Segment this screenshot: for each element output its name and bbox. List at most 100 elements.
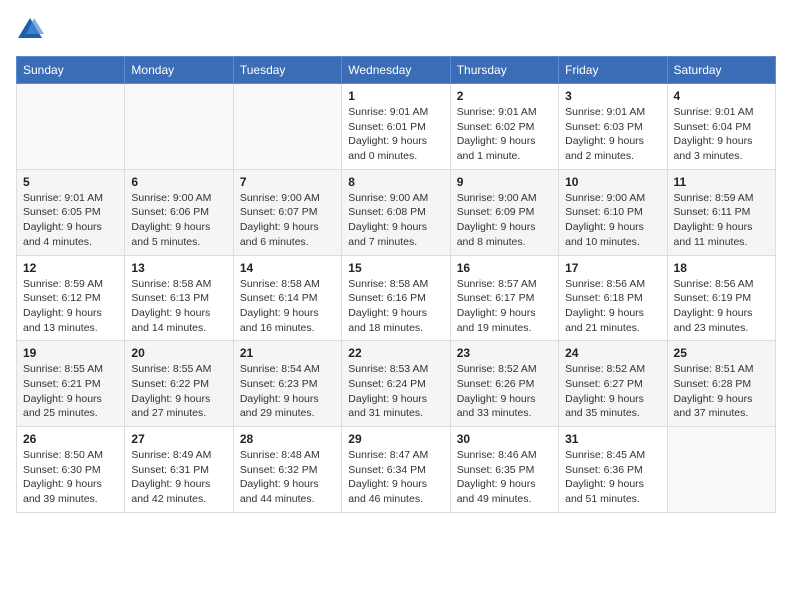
day-number: 3 [565, 89, 660, 103]
calendar-cell: 1 Sunrise: 9:01 AM Sunset: 6:01 PM Daylig… [342, 84, 450, 170]
day-number: 17 [565, 261, 660, 275]
calendar-cell [125, 84, 233, 170]
calendar-cell [17, 84, 125, 170]
calendar-cell: 17 Sunrise: 8:56 AM Sunset: 6:18 PM Dayli… [559, 255, 667, 341]
day-info: Sunrise: 9:01 AM Sunset: 6:04 PM Dayligh… [674, 105, 769, 164]
calendar-cell: 9Sunrise: 9:00 AM Sunset: 6:09 PM Daylig… [450, 169, 558, 255]
calendar-cell: 22 Sunrise: 8:53 AM Sunset: 6:24 PM Dayli… [342, 341, 450, 427]
day-info: Sunrise: 9:00 AM Sunset: 6:07 PM Dayligh… [240, 191, 335, 250]
calendar-week-row: 12 Sunrise: 8:59 AM Sunset: 6:12 PM Dayli… [17, 255, 776, 341]
day-info: Sunrise: 9:00 AM Sunset: 6:10 PM Dayligh… [565, 191, 660, 250]
day-number: 31 [565, 432, 660, 446]
day-number: 2 [457, 89, 552, 103]
day-info: Sunrise: 8:48 AM Sunset: 6:32 PM Dayligh… [240, 448, 335, 507]
day-info: Sunrise: 8:58 AM Sunset: 6:13 PM Dayligh… [131, 277, 226, 336]
calendar-cell: 29Sunrise: 8:47 AM Sunset: 6:34 PM Dayli… [342, 427, 450, 513]
day-info: Sunrise: 8:56 AM Sunset: 6:18 PM Dayligh… [565, 277, 660, 336]
calendar-week-row: 5Sunrise: 9:01 AM Sunset: 6:05 PM Daylig… [17, 169, 776, 255]
day-info: Sunrise: 8:58 AM Sunset: 6:14 PM Dayligh… [240, 277, 335, 336]
day-number: 19 [23, 346, 118, 360]
day-info: Sunrise: 8:52 AM Sunset: 6:26 PM Dayligh… [457, 362, 552, 421]
day-header-friday: Friday [559, 57, 667, 84]
day-info: Sunrise: 8:55 AM Sunset: 6:21 PM Dayligh… [23, 362, 118, 421]
day-info: Sunrise: 9:01 AM Sunset: 6:01 PM Dayligh… [348, 105, 443, 164]
calendar-cell: 4 Sunrise: 9:01 AM Sunset: 6:04 PM Daylig… [667, 84, 775, 170]
calendar-cell: 2 Sunrise: 9:01 AM Sunset: 6:02 PM Daylig… [450, 84, 558, 170]
calendar-week-row: 1 Sunrise: 9:01 AM Sunset: 6:01 PM Daylig… [17, 84, 776, 170]
day-info: Sunrise: 9:01 AM Sunset: 6:03 PM Dayligh… [565, 105, 660, 164]
calendar-cell: 26Sunrise: 8:50 AM Sunset: 6:30 PM Dayli… [17, 427, 125, 513]
calendar-cell: 24 Sunrise: 8:52 AM Sunset: 6:27 PM Dayli… [559, 341, 667, 427]
calendar-cell: 8 Sunrise: 9:00 AM Sunset: 6:08 PM Daylig… [342, 169, 450, 255]
calendar-cell: 10 Sunrise: 9:00 AM Sunset: 6:10 PM Dayli… [559, 169, 667, 255]
calendar-cell: 11Sunrise: 8:59 AM Sunset: 6:11 PM Dayli… [667, 169, 775, 255]
calendar-cell: 27 Sunrise: 8:49 AM Sunset: 6:31 PM Dayli… [125, 427, 233, 513]
day-number: 4 [674, 89, 769, 103]
calendar-cell: 7Sunrise: 9:00 AM Sunset: 6:07 PM Daylig… [233, 169, 341, 255]
day-number: 16 [457, 261, 552, 275]
day-number: 8 [348, 175, 443, 189]
calendar-cell: 21 Sunrise: 8:54 AM Sunset: 6:23 PM Dayli… [233, 341, 341, 427]
calendar-cell: 15 Sunrise: 8:58 AM Sunset: 6:16 PM Dayli… [342, 255, 450, 341]
calendar-cell: 5Sunrise: 9:01 AM Sunset: 6:05 PM Daylig… [17, 169, 125, 255]
calendar-cell: 25 Sunrise: 8:51 AM Sunset: 6:28 PM Dayli… [667, 341, 775, 427]
day-number: 14 [240, 261, 335, 275]
calendar-cell: 23 Sunrise: 8:52 AM Sunset: 6:26 PM Dayli… [450, 341, 558, 427]
day-info: Sunrise: 8:55 AM Sunset: 6:22 PM Dayligh… [131, 362, 226, 421]
day-number: 23 [457, 346, 552, 360]
calendar-cell: 6 Sunrise: 9:00 AM Sunset: 6:06 PM Daylig… [125, 169, 233, 255]
day-number: 9 [457, 175, 552, 189]
calendar-cell [667, 427, 775, 513]
day-number: 26 [23, 432, 118, 446]
day-info: Sunrise: 8:47 AM Sunset: 6:34 PM Dayligh… [348, 448, 443, 507]
calendar-week-row: 19 Sunrise: 8:55 AM Sunset: 6:21 PM Dayli… [17, 341, 776, 427]
day-info: Sunrise: 8:58 AM Sunset: 6:16 PM Dayligh… [348, 277, 443, 336]
calendar-cell: 12 Sunrise: 8:59 AM Sunset: 6:12 PM Dayli… [17, 255, 125, 341]
calendar-cell: 18 Sunrise: 8:56 AM Sunset: 6:19 PM Dayli… [667, 255, 775, 341]
day-info: Sunrise: 8:52 AM Sunset: 6:27 PM Dayligh… [565, 362, 660, 421]
logo [16, 16, 48, 44]
day-info: Sunrise: 8:51 AM Sunset: 6:28 PM Dayligh… [674, 362, 769, 421]
calendar-cell: 30 Sunrise: 8:46 AM Sunset: 6:35 PM Dayli… [450, 427, 558, 513]
calendar-cell: 28 Sunrise: 8:48 AM Sunset: 6:32 PM Dayli… [233, 427, 341, 513]
day-number: 21 [240, 346, 335, 360]
day-header-thursday: Thursday [450, 57, 558, 84]
calendar-header-row: SundayMondayTuesdayWednesdayThursdayFrid… [17, 57, 776, 84]
day-number: 27 [131, 432, 226, 446]
day-number: 1 [348, 89, 443, 103]
day-info: Sunrise: 8:56 AM Sunset: 6:19 PM Dayligh… [674, 277, 769, 336]
day-info: Sunrise: 8:54 AM Sunset: 6:23 PM Dayligh… [240, 362, 335, 421]
day-info: Sunrise: 9:00 AM Sunset: 6:06 PM Dayligh… [131, 191, 226, 250]
day-header-monday: Monday [125, 57, 233, 84]
day-info: Sunrise: 9:00 AM Sunset: 6:08 PM Dayligh… [348, 191, 443, 250]
day-number: 22 [348, 346, 443, 360]
page-header [16, 16, 776, 44]
calendar-cell: 14 Sunrise: 8:58 AM Sunset: 6:14 PM Dayli… [233, 255, 341, 341]
day-number: 12 [23, 261, 118, 275]
day-number: 18 [674, 261, 769, 275]
day-info: Sunrise: 8:46 AM Sunset: 6:35 PM Dayligh… [457, 448, 552, 507]
day-number: 15 [348, 261, 443, 275]
day-header-wednesday: Wednesday [342, 57, 450, 84]
day-info: Sunrise: 8:57 AM Sunset: 6:17 PM Dayligh… [457, 277, 552, 336]
day-number: 25 [674, 346, 769, 360]
day-info: Sunrise: 9:01 AM Sunset: 6:02 PM Dayligh… [457, 105, 552, 164]
day-info: Sunrise: 9:01 AM Sunset: 6:05 PM Dayligh… [23, 191, 118, 250]
day-header-tuesday: Tuesday [233, 57, 341, 84]
day-number: 28 [240, 432, 335, 446]
calendar-cell [233, 84, 341, 170]
day-number: 24 [565, 346, 660, 360]
day-info: Sunrise: 8:49 AM Sunset: 6:31 PM Dayligh… [131, 448, 226, 507]
calendar-cell: 20 Sunrise: 8:55 AM Sunset: 6:22 PM Dayli… [125, 341, 233, 427]
day-info: Sunrise: 8:53 AM Sunset: 6:24 PM Dayligh… [348, 362, 443, 421]
day-number: 10 [565, 175, 660, 189]
calendar-cell: 16 Sunrise: 8:57 AM Sunset: 6:17 PM Dayli… [450, 255, 558, 341]
day-number: 13 [131, 261, 226, 275]
day-info: Sunrise: 8:59 AM Sunset: 6:11 PM Dayligh… [674, 191, 769, 250]
day-number: 20 [131, 346, 226, 360]
calendar-body: 1 Sunrise: 9:01 AM Sunset: 6:01 PM Daylig… [17, 84, 776, 513]
calendar-cell: 3 Sunrise: 9:01 AM Sunset: 6:03 PM Daylig… [559, 84, 667, 170]
day-number: 30 [457, 432, 552, 446]
day-info: Sunrise: 8:59 AM Sunset: 6:12 PM Dayligh… [23, 277, 118, 336]
day-number: 6 [131, 175, 226, 189]
